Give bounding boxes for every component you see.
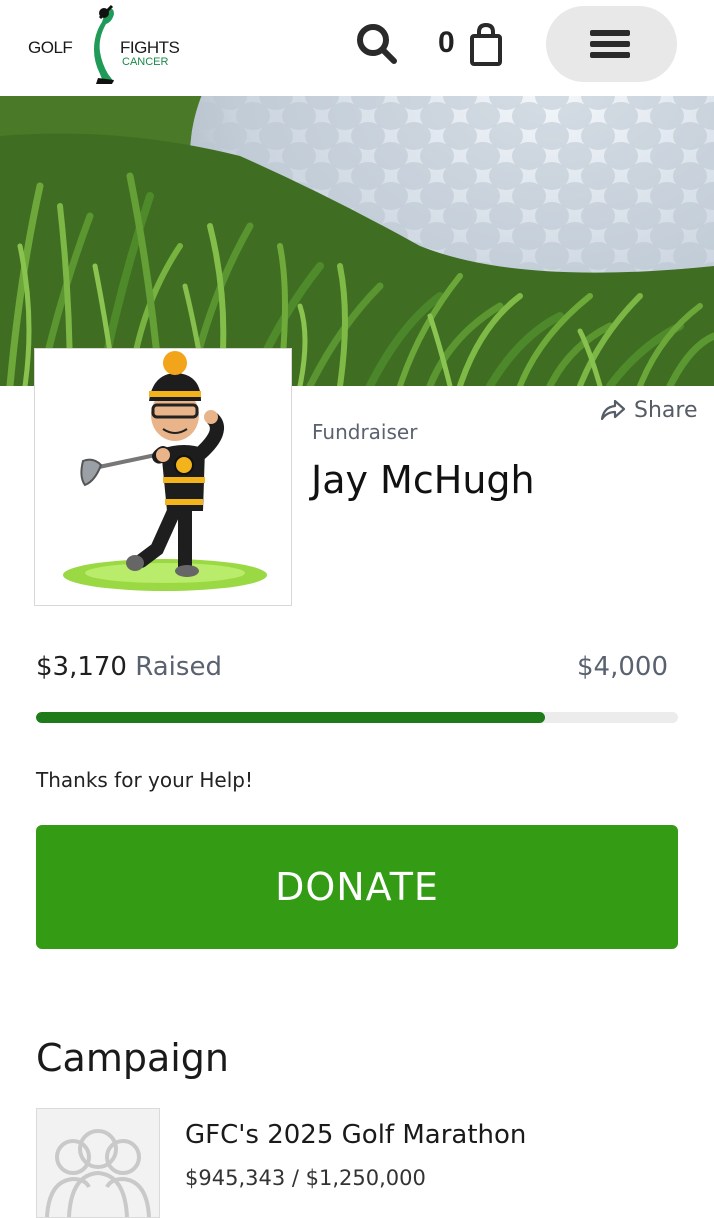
campaign-amounts: $945,343 / $1,250,000 [185, 1166, 426, 1190]
fundraiser-name: Jay McHugh [311, 458, 535, 502]
fundraiser-avatar [34, 348, 292, 606]
cart-count: 0 [438, 26, 455, 59]
banner-image [0, 96, 714, 386]
golfer-logo-icon [94, 4, 114, 85]
logo-text-cancer: CANCER [122, 56, 169, 68]
campaign-title[interactable]: GFC's 2025 Golf Marathon [185, 1120, 526, 1150]
campaign-heading: Campaign [36, 1036, 230, 1080]
logo-text-golf: GOLF [28, 38, 73, 57]
progress-fill [36, 712, 545, 723]
shopping-bag-icon [470, 22, 502, 66]
share-button[interactable]: Share [600, 396, 698, 424]
donate-button[interactable]: DONATE [36, 825, 678, 949]
raised-value: $3,170 [36, 652, 127, 682]
raised-label: Raised [135, 652, 222, 682]
search-icon [357, 24, 397, 64]
fundraiser-role: Fundraiser [312, 420, 418, 444]
search-button[interactable] [352, 18, 402, 68]
progress-bar [36, 712, 678, 723]
cart-button[interactable]: 0 [434, 18, 514, 68]
group-placeholder-icon [45, 1129, 151, 1217]
fundraiser-message: Thanks for your Help! [36, 768, 253, 792]
raised-amount: $3,170 Raised [36, 652, 222, 682]
site-header: GOLF FIGHTS CANCER 0 [0, 0, 714, 96]
golfer-avatar-illustration [63, 351, 267, 591]
goal-amount: $4,000 [577, 652, 668, 682]
campaign-thumbnail[interactable] [36, 1108, 160, 1218]
golf-fights-cancer-logo[interactable]: GOLF FIGHTS CANCER [26, 4, 186, 88]
logo-text-fights: FIGHTS [120, 38, 180, 57]
share-icon [600, 399, 626, 421]
menu-button[interactable] [546, 6, 677, 82]
golf-ball-grass-illustration [0, 96, 714, 386]
share-label: Share [634, 397, 698, 423]
